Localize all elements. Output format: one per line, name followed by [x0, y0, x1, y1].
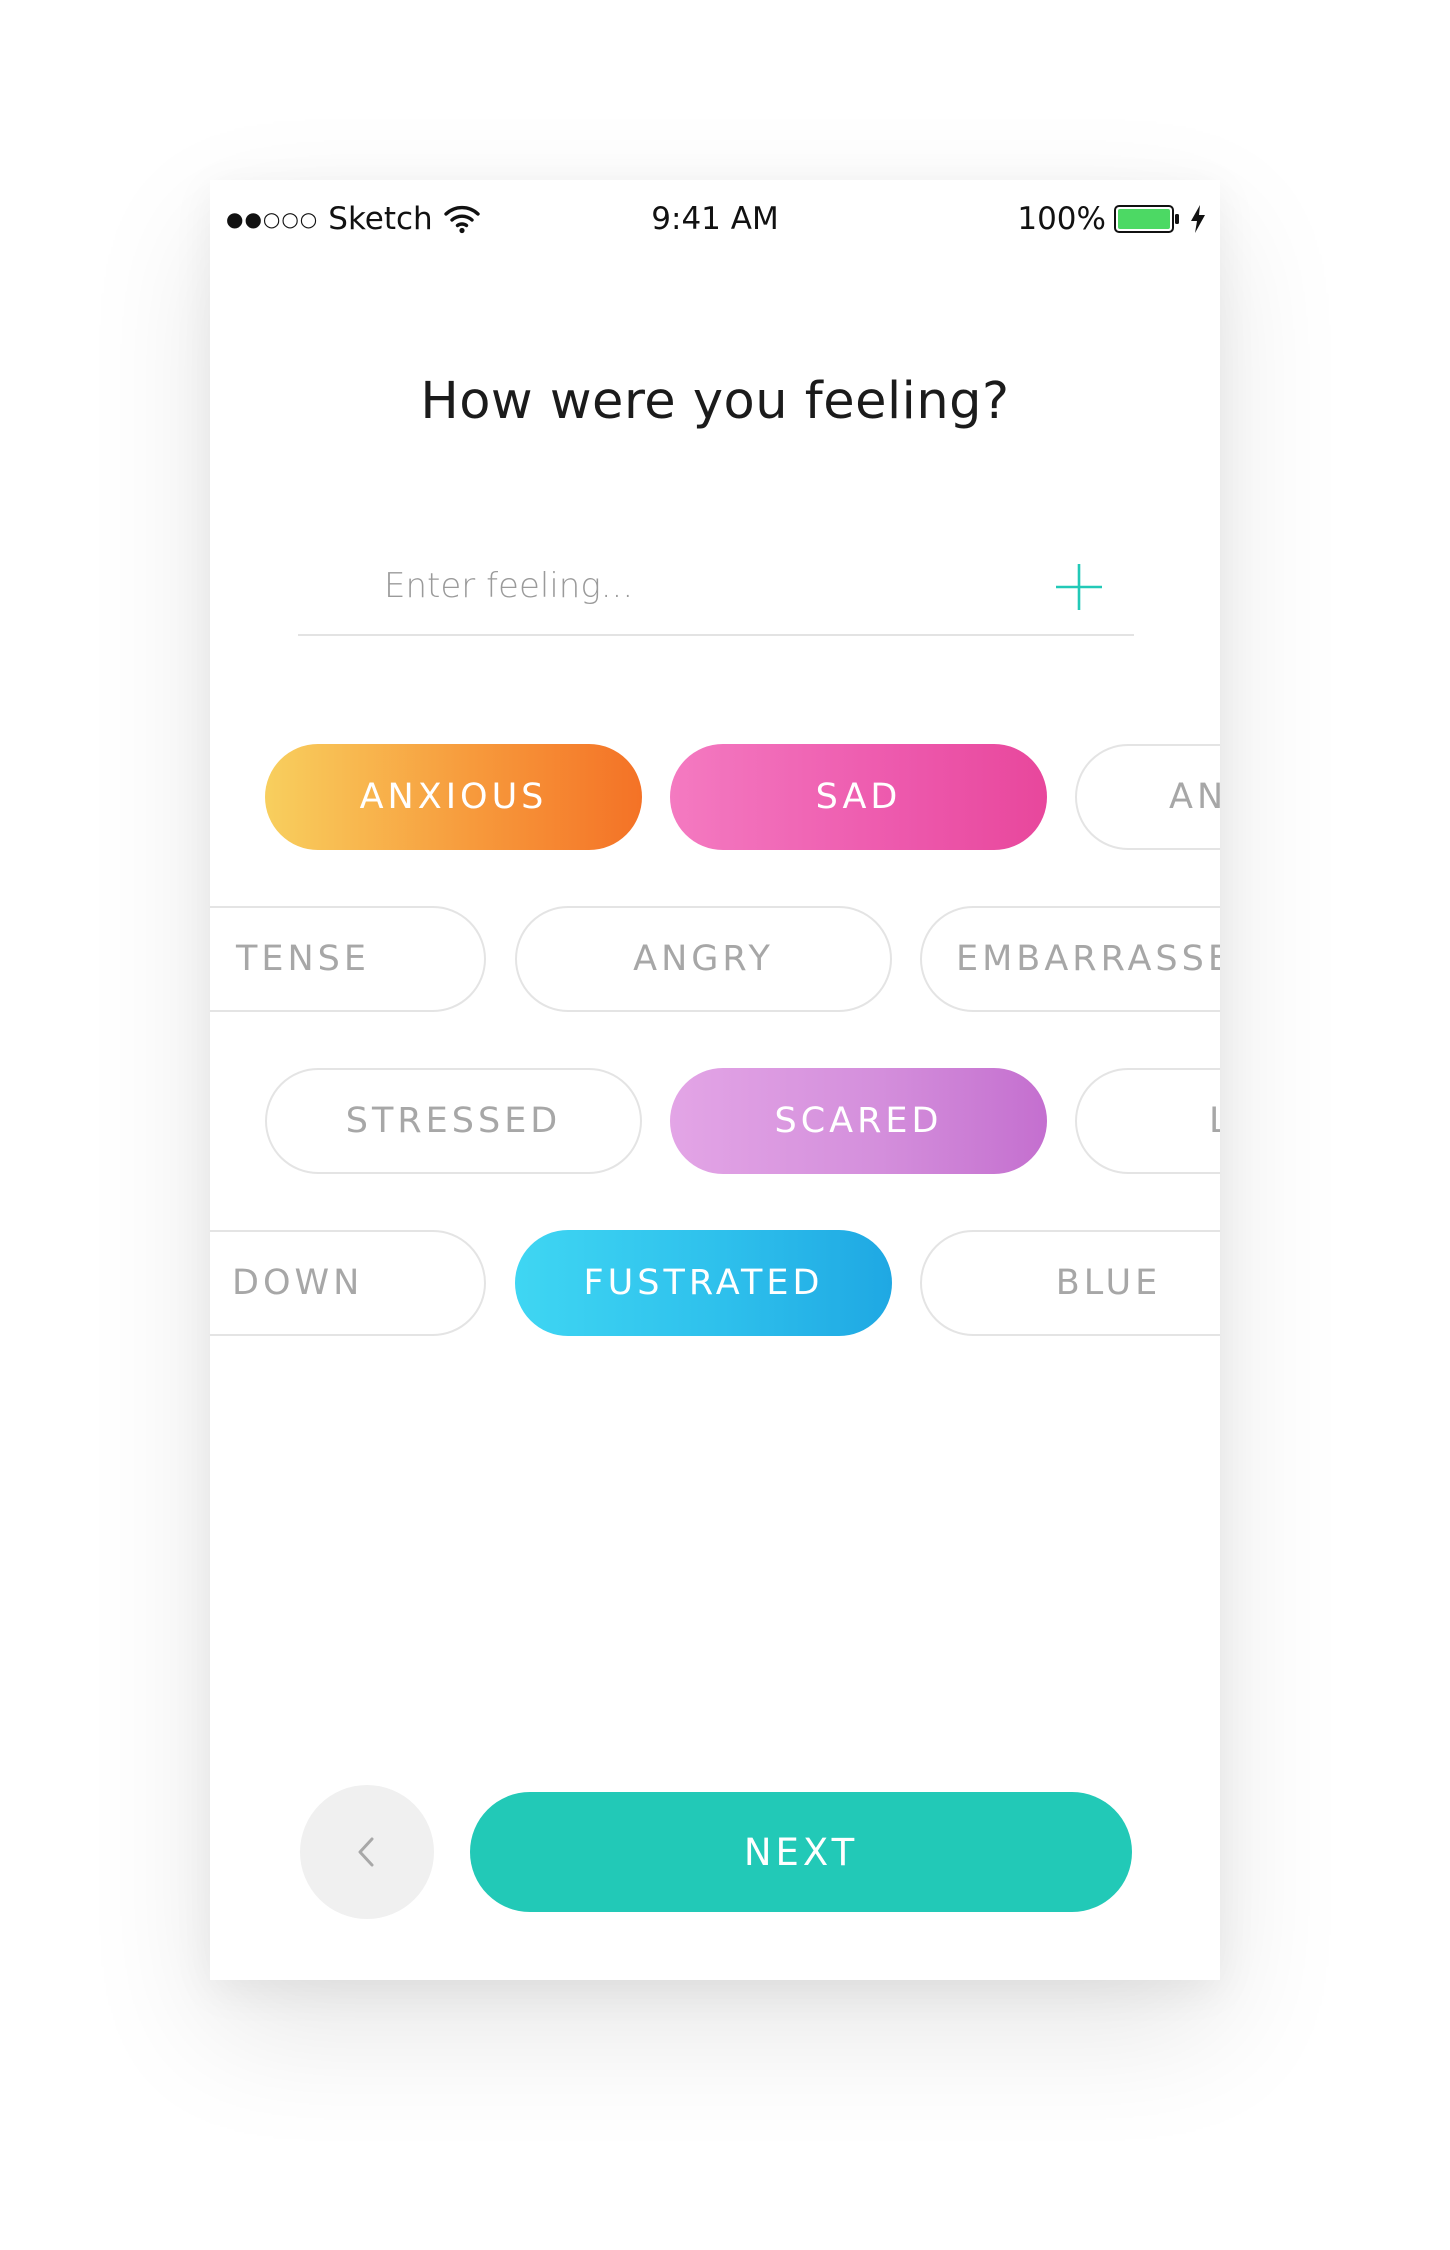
phone-screen: ●●○○○ Sketch 9:41 AM 100% How were you f…	[210, 180, 1220, 1980]
chip-fustrated[interactable]: FUSTRATED	[515, 1230, 892, 1336]
next-button-label: NEXT	[743, 1830, 859, 1874]
chip-anxious[interactable]: ANXIOUS	[265, 744, 642, 850]
chip-scared[interactable]: SCARED	[670, 1068, 1047, 1174]
chip-label: L	[1209, 1101, 1220, 1141]
battery-icon	[1114, 204, 1180, 234]
plus-icon	[1056, 564, 1102, 610]
feeling-input[interactable]	[298, 540, 1084, 632]
battery-percentage: 100%	[1017, 200, 1106, 237]
chip-embarrassed[interactable]: EMBARRASSE	[920, 906, 1220, 1012]
add-feeling-button[interactable]	[1052, 560, 1106, 614]
page-title: How were you feeling?	[420, 372, 1010, 431]
chip-down[interactable]: DOWN	[210, 1230, 486, 1336]
status-bar: ●●○○○ Sketch 9:41 AM 100%	[210, 180, 1220, 260]
chip-l[interactable]: L	[1075, 1068, 1220, 1174]
chip-blue[interactable]: BLUE	[920, 1230, 1220, 1336]
chip-label: FUSTRATED	[583, 1263, 824, 1303]
chip-an[interactable]: AN	[1075, 744, 1220, 850]
feeling-input-container	[298, 540, 1134, 636]
chip-label: SAD	[815, 777, 902, 817]
chip-label: STRESSED	[345, 1101, 562, 1141]
chip-label: ANGRY	[633, 939, 774, 979]
chip-label: DOWN	[232, 1263, 364, 1303]
back-button[interactable]	[300, 1785, 434, 1919]
chip-label: BLUE	[1055, 1263, 1162, 1303]
chip-label: ANXIOUS	[359, 777, 548, 817]
chip-label: EMBARRASSE	[956, 939, 1220, 979]
chip-label: SCARED	[774, 1101, 943, 1141]
chevron-left-icon	[358, 1837, 374, 1867]
status-right: 100%	[1017, 192, 1208, 246]
next-button[interactable]: NEXT	[470, 1792, 1132, 1912]
lightning-icon	[1188, 204, 1208, 234]
chip-sad[interactable]: SAD	[670, 744, 1047, 850]
chip-tense[interactable]: TENSE	[210, 906, 486, 1012]
chip-stressed[interactable]: STRESSED	[265, 1068, 642, 1174]
chip-label: AN	[1169, 777, 1220, 817]
chip-label: TENSE	[236, 939, 371, 979]
chip-angry[interactable]: ANGRY	[515, 906, 892, 1012]
